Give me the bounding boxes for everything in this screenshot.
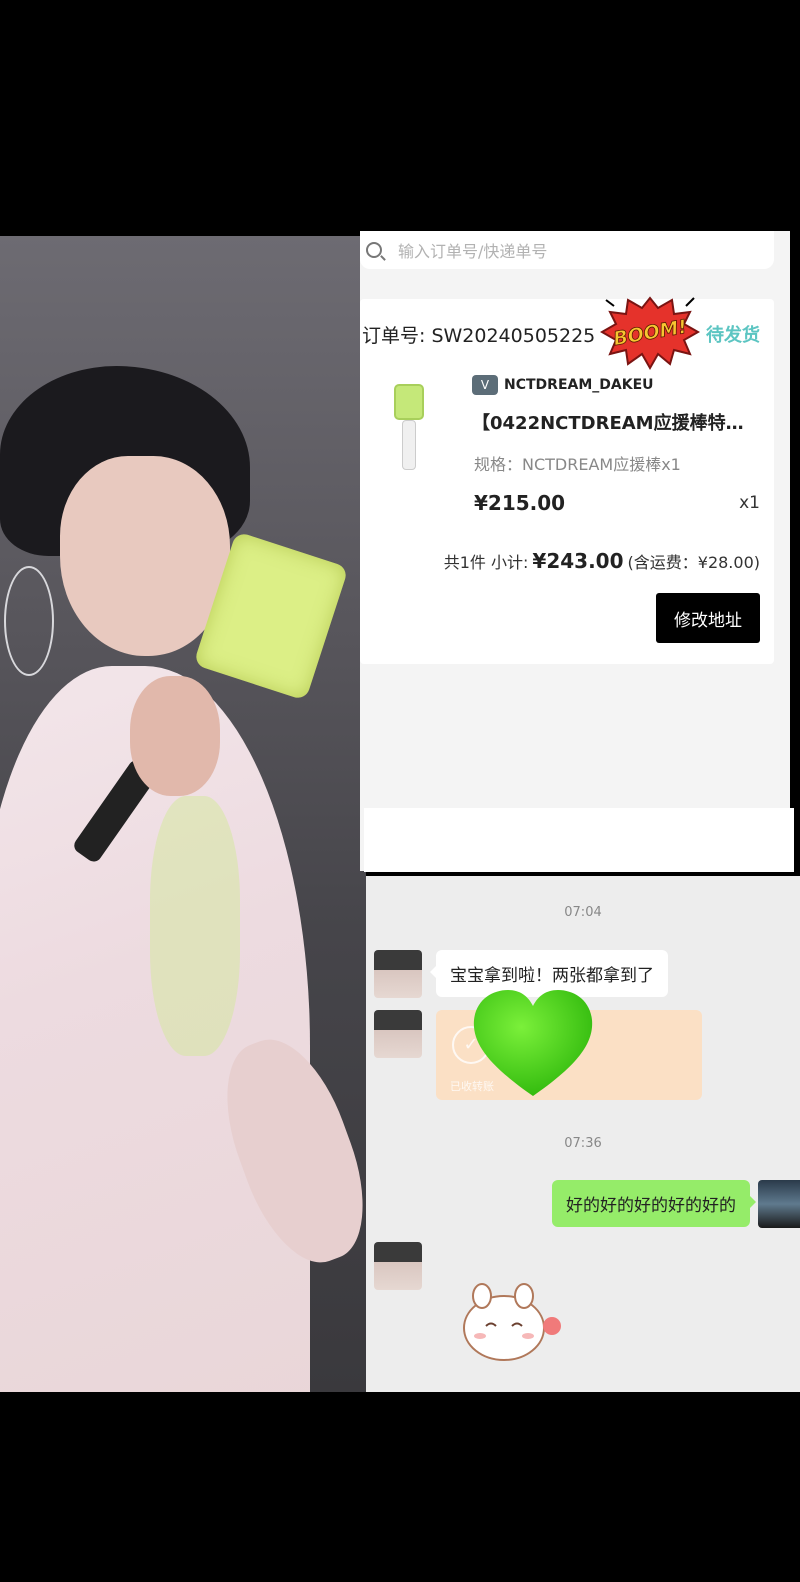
edit-address-button[interactable]: 修改地址 [656,593,760,643]
shop-name: NCTDREAM_DAKEU [504,377,654,393]
subtotal-row: 共1件 小计: ¥243.00 (含运费：¥28.00) [444,549,760,573]
chat-panel: 07:04 宝宝拿到啦！两张都拿到了 ✓ 已收转账 07:36 好的好的好的好的… [366,876,800,1392]
order-status-badge: 待发货 [706,325,760,346]
product-thumbnail[interactable] [392,384,426,470]
shipping-note: (含运费：¥28.00) [627,553,760,572]
product-spec: 规格：NCTDREAM应援棒x1 [474,455,681,474]
earring-shape [4,566,54,676]
shop-row[interactable]: V NCTDREAM_DAKEU [472,375,654,395]
bunny-sticker[interactable] [458,1280,568,1364]
shirt-stain-shape [150,796,240,1056]
chat-timestamp: 07:04 [564,905,602,920]
product-title[interactable]: 【0422NCTDREAM应援棒特… [472,409,762,435]
product-price: ¥215.00 [474,491,566,515]
order-card[interactable]: 订单号: SW20240505225 待发货 V NCTDREAM_DAKEU … [360,299,774,664]
boom-sticker: BOOM! [599,296,701,371]
order-panel: 输入订单号/快递单号 订单号: SW20240505225 待发货 V NCTD… [360,231,790,871]
search-icon [366,242,382,258]
search-bar[interactable]: 输入订单号/快递单号 [360,231,774,269]
subtotal-amount: ¥243.00 [532,549,624,573]
panel-gap [364,808,794,872]
heart-sticker [473,990,593,1096]
thumbnail-head [394,384,424,420]
avatar[interactable] [374,950,422,998]
self-avatar[interactable] [758,1180,800,1228]
avatar[interactable] [374,1242,422,1290]
search-input[interactable]: 输入订单号/快递单号 [398,238,547,262]
subtotal-count-label: 共1件 小计: [443,553,529,572]
avatar[interactable] [374,1010,422,1058]
shop-v-icon: V [472,375,498,395]
hand-shape [130,676,220,796]
chat-timestamp: 07:36 [564,1136,602,1151]
thumbnail-handle [402,420,416,470]
outgoing-message[interactable]: 好的好的好的好的好的 [552,1180,756,1227]
performer-photo [0,236,366,1392]
product-quantity: x1 [739,493,760,513]
order-number: 订单号: SW20240505225 [362,325,596,347]
